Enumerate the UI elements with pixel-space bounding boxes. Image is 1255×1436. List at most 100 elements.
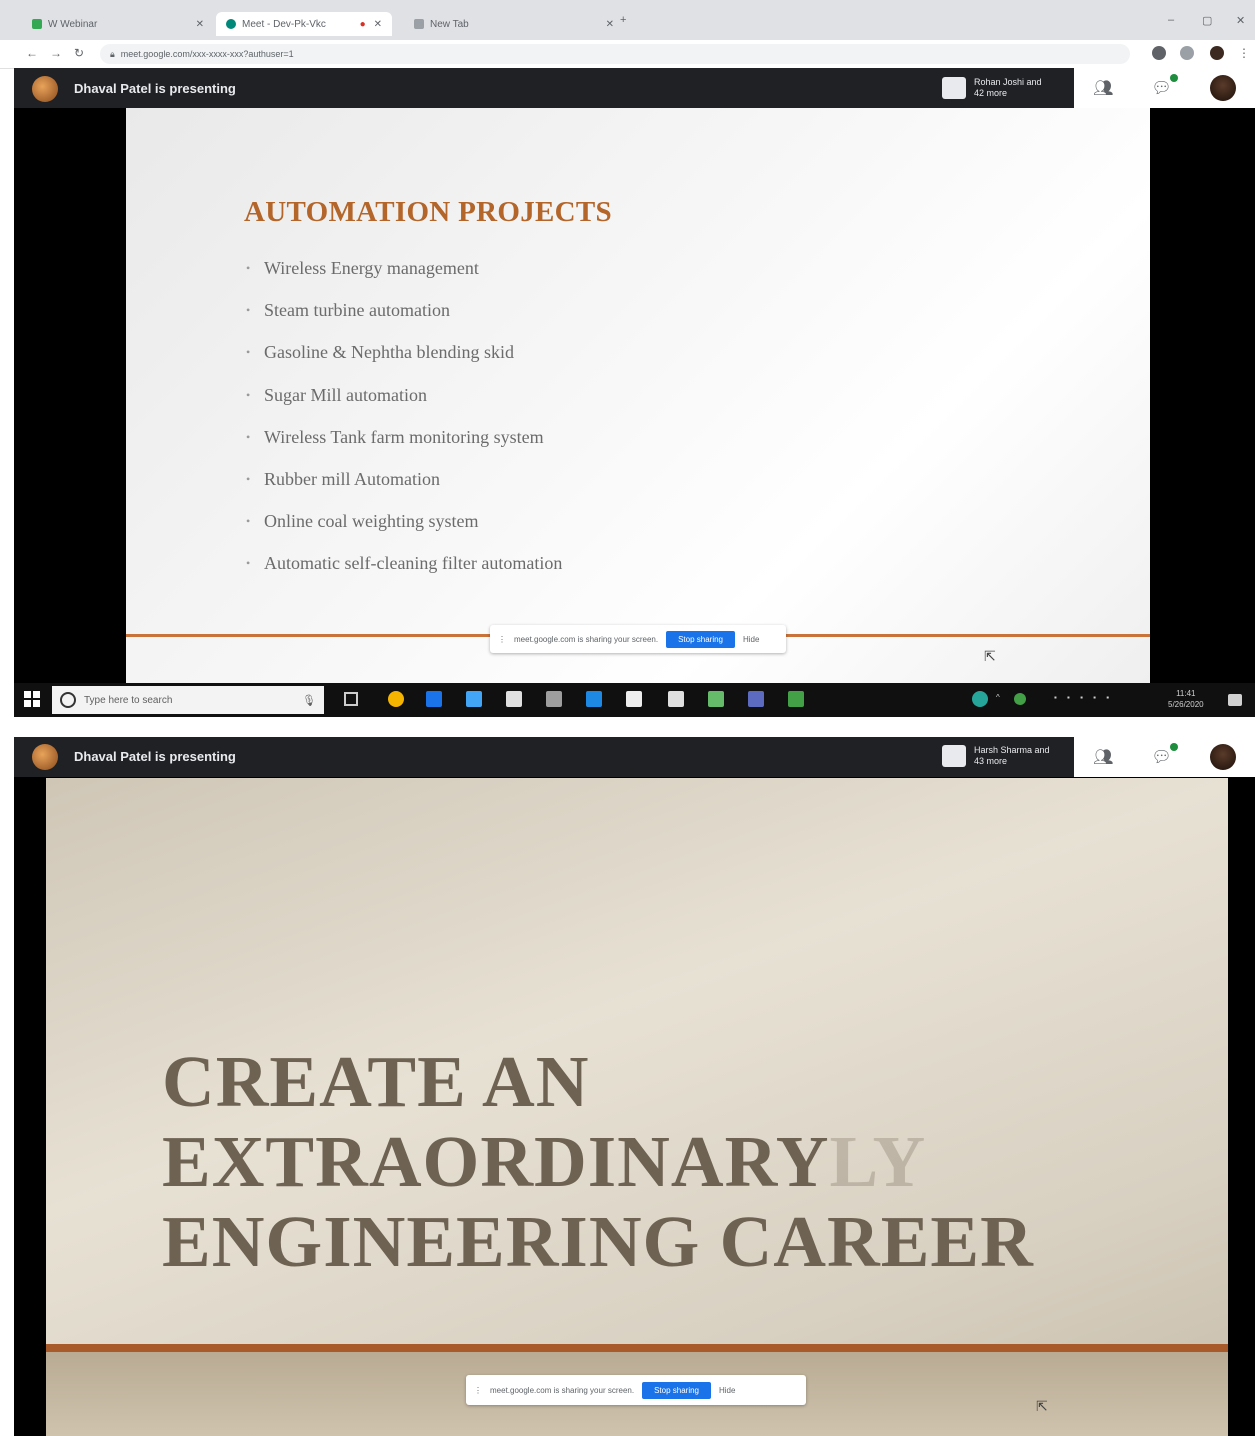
hide-button[interactable]: Hide [719,1386,735,1395]
presenter-label: Dhaval Patel is presenting [74,81,236,96]
edge-app-icon[interactable] [426,691,442,707]
slide-engineering-career: CREATE AN EXTRAORDINARYLY ENGINEERING CA… [46,778,1228,1436]
maximize-icon[interactable]: ▢ [1202,14,1212,27]
window-close-icon[interactable]: ✕ [1236,14,1245,27]
file-explorer-icon[interactable] [466,691,482,707]
bullet-icon: • [246,514,251,529]
word-app-icon[interactable] [748,691,764,707]
mouse-cursor-icon: ⇱ [1036,1398,1048,1414]
participants-label[interactable]: Rohan Joshi and 42 more [974,77,1054,99]
stop-sharing-button[interactable]: Stop sharing [666,630,735,648]
slide-title-line-1: CREATE AN [162,1041,590,1122]
tab-label: W Webinar [48,18,98,30]
new-tab-icon[interactable]: + [620,14,626,26]
extension-icon[interactable] [1152,46,1166,60]
microphone-icon[interactable]: 🎙︎ [302,694,316,707]
bullet-item: • Automatic self-cleaning filter automati… [246,553,562,595]
app-icon[interactable] [626,691,642,707]
dropbox-app-icon[interactable] [546,691,562,707]
sheets-app-icon[interactable] [788,691,804,707]
slide-title-line-3: ENGINEERING CAREER [162,1201,1034,1282]
share-notice: meet.google.com is sharing your screen. [490,1385,635,1395]
reload-icon[interactable]: ↻ [74,46,84,60]
menu-kebab-icon[interactable]: ⋮ [1238,46,1250,60]
drag-handle-icon[interactable]: ⋮ [498,635,506,644]
bullet-text: Sugar Mill automation [264,384,427,405]
meet-favicon-icon [226,19,236,29]
self-avatar[interactable] [1209,75,1236,101]
bullet-text: Wireless Tank farm monitoring system [264,426,544,447]
start-tile [24,691,31,698]
windows-start-icon[interactable] [24,691,40,707]
search-placeholder: Type here to search [84,694,173,706]
mail-app-icon[interactable] [586,691,602,707]
participants-label[interactable]: Harsh Sharma and 43 more [974,745,1054,767]
extension-icon[interactable] [1180,46,1194,60]
camera-app-icon[interactable] [506,691,522,707]
screen-share-bar: ⋮ meet.google.com is sharing your screen… [490,625,786,653]
people-icon[interactable]: 👥︎ [1093,747,1113,767]
share-notice: meet.google.com is sharing your screen. [514,634,659,644]
system-tray-icons[interactable]: ▪ ▪ ▪ ▪ ▪ [1054,693,1113,702]
chrome-app-icon[interactable] [388,691,404,707]
browser-tab-meet[interactable]: Meet - Dev-Pk-Vkc ● ✕ [216,12,392,36]
presenter-avatar [32,744,58,770]
address-text: meet.google.com/xxx-xxxx-xxx?authuser=1 [120,49,294,59]
participant-thumbnail [942,745,966,767]
bullet-icon: • [246,556,251,571]
bullet-text: Gasoline & Nephtha blending skid [264,342,514,363]
meet-header-bottom: Dhaval Patel is presenting Harsh Sharma … [14,737,1074,777]
bullet-item: • Sugar Mill automation [246,385,562,427]
meet-actions-top: 👥︎ 💬︎ [1074,68,1255,108]
tray-status-icon[interactable] [1014,693,1026,705]
taskbar-search[interactable]: Type here to search 🎙︎ [52,686,324,714]
tray-app-icon[interactable] [972,691,988,707]
tray-chevron-icon[interactable]: ^ [996,693,1000,702]
hide-button[interactable]: Hide [743,635,759,644]
title-word: EXTRAORDINARY [162,1121,830,1202]
forward-icon[interactable]: → [50,46,62,60]
bullet-item: • Steam turbine automation [246,300,562,342]
tab-favicon-icon [32,19,42,29]
minimize-icon[interactable]: – [1168,14,1174,26]
slide-title-line-2: EXTRAORDINARYLY [162,1122,926,1202]
back-icon[interactable]: ← [26,46,38,60]
calculator-app-icon[interactable] [668,691,684,707]
tab-favicon-icon [414,19,424,29]
presenter-avatar [32,76,58,102]
chat-icon[interactable]: 💬︎ [1152,74,1178,98]
bullet-item: • Online coal weighting system [246,511,562,553]
tab-label: New Tab [430,18,469,30]
notification-center-icon[interactable] [1228,694,1242,706]
close-icon[interactable]: ✕ [374,19,382,30]
self-avatar[interactable] [1209,744,1236,770]
drag-handle-icon[interactable]: ⋮ [474,1386,482,1395]
cortana-icon [60,692,76,708]
slide-title: AUTOMATION PROJECTS [244,196,612,228]
slide-automation-projects: AUTOMATION PROJECTS • Wireless Energy man… [126,108,1150,683]
bullet-icon: • [246,261,251,275]
start-tile [33,691,40,698]
taskbar-clock[interactable]: 11:41 5/26/2020 [1168,688,1204,710]
stop-sharing-button[interactable]: Stop sharing [642,1381,711,1399]
lock-icon: 🔒︎ [110,48,115,59]
bullet-item: • Wireless Tank farm monitoring system [246,427,562,469]
people-icon[interactable]: 👥︎ [1093,78,1113,98]
address-bar[interactable]: 🔒︎ meet.google.com/xxx-xxxx-xxx?authuser… [100,44,1130,64]
recording-dot-icon: ● [359,18,366,30]
mouse-cursor-icon: ⇱ [984,648,996,664]
close-icon[interactable]: ✕ [196,19,204,30]
slide-accent-rule [46,1344,1228,1352]
notification-badge [1169,74,1178,82]
browser-tab-webinar[interactable]: W Webinar ✕ [22,12,214,36]
close-icon[interactable]: ✕ [606,19,614,30]
chat-icon[interactable]: 💬︎ [1152,743,1178,767]
browser-tab-new[interactable]: New Tab ✕ [404,12,624,36]
task-view-icon[interactable] [344,692,358,706]
notification-badge [1169,743,1178,751]
clock-time: 11:41 [1176,689,1196,698]
bullet-list: • Wireless Energy management • Steam turbi… [246,258,562,596]
excel-app-icon[interactable] [708,691,724,707]
profile-avatar[interactable] [1210,46,1224,60]
participant-thumbnail [942,77,966,99]
